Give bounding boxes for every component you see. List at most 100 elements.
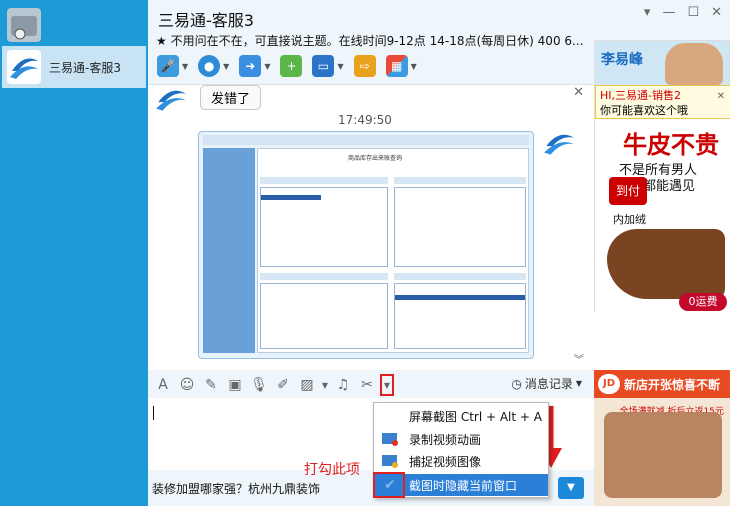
message-timestamp: 17:49:50: [338, 113, 392, 127]
video-call-button[interactable]: ● ▼: [195, 53, 232, 79]
window-controls: ▾ — ☐ ✕: [644, 5, 722, 20]
screenshot-content: 商品库存出来账查询: [257, 148, 529, 353]
annotation-label: 打勾此项: [304, 462, 360, 478]
avatar: [154, 85, 188, 119]
share-screen-button[interactable]: ⇨: [351, 53, 379, 79]
ad-header: 李易峰: [595, 41, 729, 85]
voice-call-button[interactable]: 🎤 ▼: [154, 53, 191, 79]
screenshot-grid-header: [260, 177, 388, 184]
record-video-icon: [379, 430, 401, 448]
font-icon[interactable]: A: [152, 374, 174, 396]
ad-badge: 到付: [609, 177, 647, 205]
annotation-box: [373, 472, 405, 498]
send-file-button[interactable]: ➜ ▼: [236, 53, 273, 79]
ad-headline: 新店开张惊喜不断: [624, 378, 721, 392]
blank-icon: [379, 407, 401, 425]
message-list[interactable]: 发错了 ✕ 17:49:50 商品库存出来账查询 ︾: [148, 84, 594, 370]
chevron-down-icon[interactable]: ▼: [320, 374, 330, 396]
screenshot-titlebar: [203, 135, 529, 145]
chevron-down-icon: ▼: [264, 61, 271, 71]
microphone-icon: 🎤: [157, 55, 179, 77]
page-title: 三易通-客服3: [158, 11, 254, 30]
screenshot-image[interactable]: 商品库存出来账查询: [198, 131, 534, 359]
edit-icon[interactable]: ✐: [272, 374, 294, 396]
send-options-button[interactable]: ▼: [558, 477, 584, 499]
contact-sidebar: 三易通-客服3: [0, 0, 148, 506]
ad-headline: 牛皮不贵: [623, 131, 719, 159]
notice-text: ★ 不用问在不在，可直接说主题。在线时间9-12点 14-18点(每周日休) 4…: [156, 34, 584, 48]
menu-item-screen-capture[interactable]: 屏幕截图 Ctrl + Alt + A: [374, 405, 548, 427]
screenshot-grid-header: [394, 273, 526, 280]
text-caret: [153, 406, 154, 420]
dropdown-icon[interactable]: ▾: [644, 5, 651, 20]
ad-shipping-badge: 0运费: [679, 293, 727, 311]
emoji-icon[interactable]: ☺: [176, 374, 198, 396]
ad-text: 都能遇见: [643, 179, 696, 194]
close-icon[interactable]: ✕: [711, 5, 722, 20]
share-screen-icon: ⇨: [353, 55, 376, 77]
contact-item-2[interactable]: 三易通-客服3: [2, 46, 146, 88]
ad-boot-image: [607, 229, 725, 299]
ad-text: 内加绒: [613, 213, 646, 226]
maximize-icon[interactable]: ☐: [687, 5, 699, 20]
screenshot-grid: [394, 187, 526, 267]
screenshot-selected-row: [395, 295, 525, 300]
close-icon[interactable]: ✕: [717, 91, 725, 102]
screenshot-dropdown-button[interactable]: ▼: [380, 374, 394, 396]
monitor-icon: ▭: [312, 55, 335, 77]
voice-message-icon[interactable]: 🎙: [248, 374, 270, 396]
menu-item-record-video[interactable]: 录制视频动画: [374, 428, 548, 450]
scissors-icon[interactable]: ✂: [356, 374, 378, 396]
screenshot-selected-row: [261, 195, 321, 200]
message-bubble: 发错了: [200, 85, 262, 110]
jd-logo-icon: JD: [598, 374, 620, 394]
avatar: [7, 50, 41, 84]
chevron-down-icon: ▼: [182, 61, 189, 71]
apps-grid-icon: ▦: [385, 55, 408, 77]
history-label: 消息记录: [524, 377, 573, 391]
screenshot-grid-header: [260, 273, 388, 280]
magic-wand-icon[interactable]: ✎: [200, 374, 222, 396]
ad-column: 李易峰 HI,三易通-销售2 你可能喜欢这个哦 ✕ 牛皮不贵 不是所有男人 都能…: [594, 40, 730, 506]
ad-header: JD 新店开张惊喜不断: [594, 370, 730, 398]
screenshot-grid-header: [394, 177, 526, 184]
capture-image-icon: [379, 452, 401, 470]
file-transfer-icon: ➜: [239, 55, 262, 77]
ad-banner-bottom[interactable]: JD 新店开张惊喜不断 全场满就减 折后立返15元: [594, 370, 730, 506]
screenshot-sidebar: [203, 148, 255, 353]
webcam-icon: ●: [198, 55, 221, 77]
minimize-icon[interactable]: —: [662, 5, 675, 20]
shake-window-icon[interactable]: ▣: [224, 374, 246, 396]
contact-name: 三易通-客服3: [49, 60, 121, 75]
screenshot-grid: [394, 283, 526, 349]
input-toolbar: A ☺ ✎ ▣ 🎙 ✐ ▨ ▼ ♫ ✂ ▼ ◷ 消息记录 ▼: [148, 372, 594, 398]
clock-icon: ◷: [511, 376, 522, 391]
ad-celebrity-name: 李易峰: [601, 52, 643, 68]
contact-item-1[interactable]: [2, 4, 146, 46]
image-icon[interactable]: ▨: [296, 374, 318, 396]
chevron-down-icon: ▼: [410, 61, 417, 71]
remote-desktop-button[interactable]: ▭ ▼: [309, 53, 346, 79]
avatar: [7, 8, 41, 42]
chevron-down-icon: ▼: [337, 61, 344, 71]
message-history-button[interactable]: ◷ 消息记录 ▼: [511, 375, 582, 392]
avatar: [542, 129, 576, 163]
collapse-icon[interactable]: ︾: [574, 351, 584, 366]
screenshot-grid: [260, 283, 388, 349]
ad-car-mat-image: [604, 412, 722, 498]
chevron-down-icon: ▼: [575, 379, 582, 388]
music-icon[interactable]: ♫: [332, 374, 354, 396]
menu-item-capture-video-image[interactable]: 捕捉视频图像: [374, 450, 548, 472]
ad-body: 牛皮不贵 不是所有男人 都能遇见 到付 内加绒 0运费: [595, 119, 730, 313]
screenshot-title: 商品库存出来账查询: [348, 155, 403, 162]
ad-banner-top[interactable]: 李易峰 HI,三易通-销售2 你可能喜欢这个哦 ✕ 牛皮不贵 不是所有男人 都能…: [594, 40, 730, 313]
add-member-button[interactable]: +: [277, 53, 305, 79]
ad-portrait: [665, 43, 723, 85]
add-chat-icon: +: [280, 55, 303, 77]
apps-button[interactable]: ▦ ▼: [383, 53, 420, 79]
chevron-down-icon: ▼: [223, 61, 230, 71]
ad-link[interactable]: 装修加盟哪家强？杭州九鼎装饰: [152, 480, 320, 497]
ad-tooltip: HI,三易通-销售2 你可能喜欢这个哦: [595, 85, 730, 119]
close-icon[interactable]: ✕: [573, 85, 584, 100]
chat-toolbar: 🎤 ▼ ● ▼ ➜ ▼ + ▭ ▼ ⇨ ▦ ▼: [154, 52, 420, 80]
